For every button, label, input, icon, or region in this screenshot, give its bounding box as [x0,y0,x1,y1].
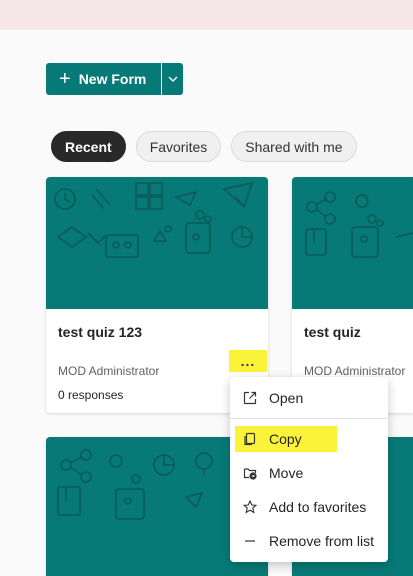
more-icon: ... [240,353,256,369]
new-form-dropdown-button[interactable] [162,63,183,95]
menu-item-label: Move [269,465,304,481]
plus-icon: + [59,68,71,90]
menu-item-label: Remove from list [269,533,375,549]
menu-item-label: Open [269,390,304,406]
menu-item-copy[interactable]: Copy [230,422,388,456]
card-thumbnail [46,177,268,309]
menu-item-label: Copy [269,431,302,447]
menu-item-remove-from-list[interactable]: Remove from list [230,524,388,558]
tab-shared-with-me[interactable]: Shared with me [231,131,357,162]
card-responses: 0 responses [58,388,124,402]
menu-item-label: Add to favorites [269,499,367,515]
split-divider [161,63,162,95]
new-form-button[interactable]: + New Form [46,63,161,95]
menu-item-open[interactable]: Open [230,381,388,415]
filter-tabs: Recent Favorites Shared with me [51,131,367,162]
tab-favorites[interactable]: Favorites [135,131,222,162]
new-form-label: New Form [78,71,147,87]
pattern-art-icon [54,181,254,258]
open-in-new-icon [243,391,257,405]
move-icon [243,466,257,480]
menu-item-add-to-favorites[interactable]: Add to favorites [230,490,388,524]
card-thumbnail [292,177,413,309]
menu-item-move[interactable]: Move [230,456,388,490]
card-owner: MOD Administrator [58,364,160,378]
star-icon [243,500,257,514]
menu-divider [230,418,388,419]
more-options-button[interactable]: ... [229,350,267,372]
new-form-split-button: + New Form [46,63,183,95]
pattern-art-icon [305,191,413,258]
minus-icon [243,534,257,548]
card-context-menu: Open Copy Move Add to favorites Remove f… [230,377,388,562]
top-banner [0,0,413,30]
tab-recent[interactable]: Recent [51,131,126,162]
card-title: test quiz 123 [58,324,143,340]
card-owner: MOD Administrator [304,364,406,378]
card-title: test quiz [304,324,361,340]
chevron-down-icon [168,76,177,82]
copy-icon [243,432,257,446]
